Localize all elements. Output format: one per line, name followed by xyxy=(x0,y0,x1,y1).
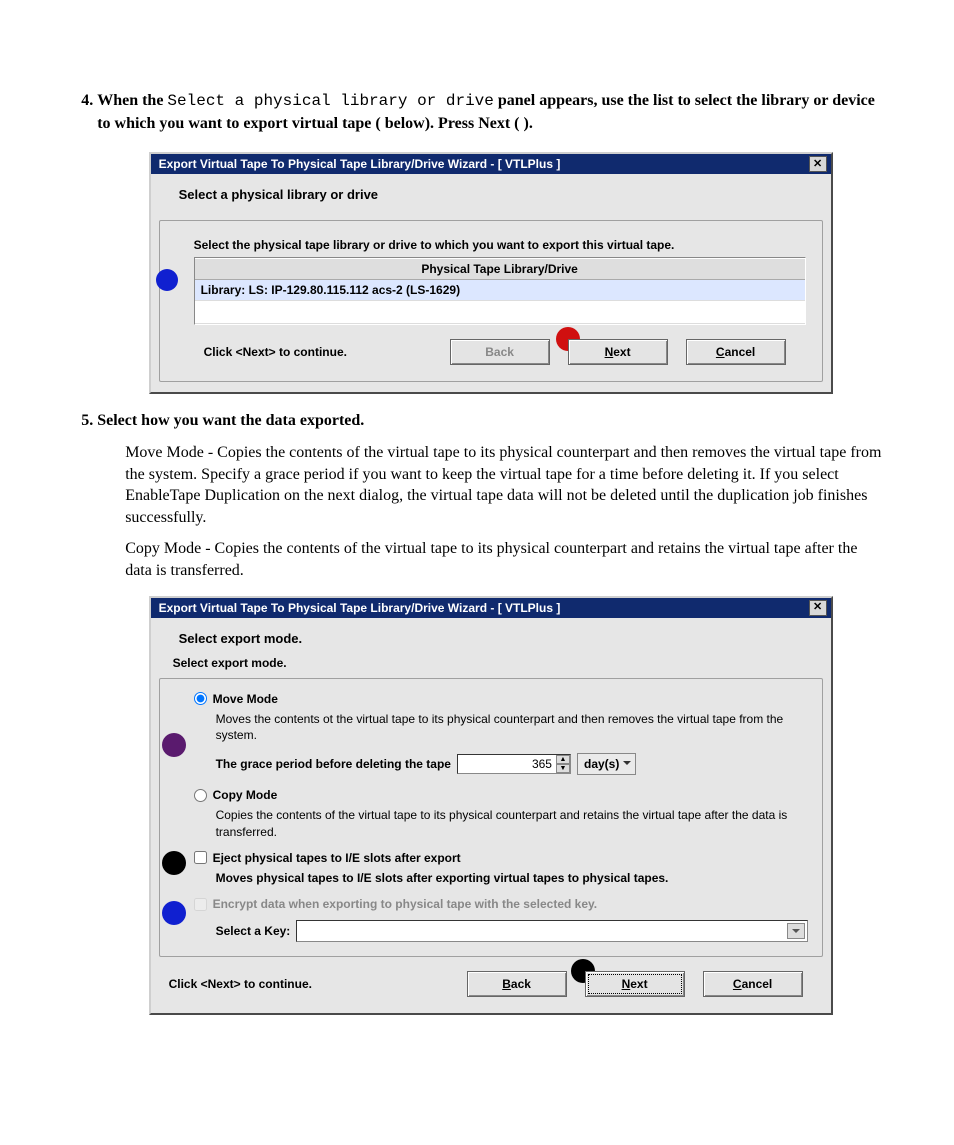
dialog1-title: Export Virtual Tape To Physical Tape Lib… xyxy=(159,156,561,172)
eject-desc: Moves physical tapes to I/E slots after … xyxy=(216,870,808,886)
select-key-label: Select a Key: xyxy=(216,923,291,939)
next-button[interactable]: Next xyxy=(585,971,685,997)
copy-mode-radio[interactable] xyxy=(194,789,207,802)
cancel-button[interactable]: Cancel xyxy=(703,971,803,997)
step5-copy-para: Copy Mode - Copies the contents of the v… xyxy=(125,538,884,581)
dialog2-footer-hint: Click <Next> to continue. xyxy=(169,976,312,992)
grace-value-input[interactable] xyxy=(457,754,571,774)
cancel-button[interactable]: Cancel xyxy=(686,339,786,365)
listbox-row-empty[interactable] xyxy=(195,301,805,324)
callout-dot-blue-2 xyxy=(162,901,186,925)
move-mode-desc: Moves the contents ot the virtual tape t… xyxy=(216,711,808,743)
back-button[interactable]: Back xyxy=(467,971,567,997)
move-mode-radio[interactable] xyxy=(194,692,207,705)
eject-checkbox[interactable] xyxy=(194,851,207,864)
dialog1-instruction: Select the physical tape library or driv… xyxy=(194,237,806,253)
spinner-down-icon[interactable]: ▼ xyxy=(556,764,570,773)
copy-mode-desc: Copies the contents of the virtual tape … xyxy=(216,807,808,839)
copy-mode-label: Copy Mode xyxy=(213,787,278,803)
copy-mode-option[interactable]: Copy Mode xyxy=(194,787,808,803)
step-4: When the Select a physical library or dr… xyxy=(97,90,884,394)
step-5: Select how you want the data exported. M… xyxy=(97,410,884,1015)
dialog2-subtitle: Select export mode. xyxy=(159,624,823,652)
step4-lead-prefix: When the xyxy=(97,92,167,109)
back-button: Back xyxy=(450,339,550,365)
grace-period-row: The grace period before deleting the tap… xyxy=(216,753,808,775)
grace-unit-select[interactable]: day(s) xyxy=(577,753,636,775)
step5-move-para: Move Mode - Copies the contents of the v… xyxy=(125,442,884,528)
eject-option[interactable]: Eject physical tapes to I/E slots after … xyxy=(194,850,808,866)
dialog2-title: Export Virtual Tape To Physical Tape Lib… xyxy=(159,600,561,616)
listbox-row-selected[interactable]: Library: LS: IP-129.80.115.112 acs-2 (LS… xyxy=(195,280,805,301)
move-mode-option[interactable]: Move Mode xyxy=(194,691,808,707)
dialog-select-library: Export Virtual Tape To Physical Tape Lib… xyxy=(149,152,833,394)
select-key-combo[interactable] xyxy=(296,920,807,942)
callout-dot-purple xyxy=(162,733,186,757)
dialog2-panel-heading: Select export mode. xyxy=(159,651,823,671)
callout-dot-blue xyxy=(156,269,178,291)
encrypt-label: Encrypt data when exporting to physical … xyxy=(213,896,598,912)
close-icon[interactable]: ✕ xyxy=(809,600,827,616)
dialog1-footer-hint: Click <Next> to continue. xyxy=(204,344,347,360)
close-icon[interactable]: ✕ xyxy=(809,156,827,172)
titlebar[interactable]: Export Virtual Tape To Physical Tape Lib… xyxy=(151,154,831,174)
grace-label: The grace period before deleting the tap… xyxy=(216,756,451,772)
select-key-row: Select a Key: xyxy=(216,920,808,942)
encrypt-checkbox xyxy=(194,898,207,911)
eject-label: Eject physical tapes to I/E slots after … xyxy=(213,850,461,866)
next-button[interactable]: Next xyxy=(568,339,668,365)
step5-heading: Select how you want the data exported. xyxy=(97,412,364,429)
grace-spinner[interactable]: ▲▼ xyxy=(556,755,570,773)
encrypt-option: Encrypt data when exporting to physical … xyxy=(194,896,808,912)
listbox-column-header: Physical Tape Library/Drive xyxy=(195,258,805,280)
titlebar-2[interactable]: Export Virtual Tape To Physical Tape Lib… xyxy=(151,598,831,618)
dialog-select-mode: Export Virtual Tape To Physical Tape Lib… xyxy=(149,596,833,1016)
mode-fieldset: Move Mode Moves the contents ot the virt… xyxy=(159,678,823,958)
spinner-up-icon[interactable]: ▲ xyxy=(556,755,570,764)
dialog1-subtitle: Select a physical library or drive xyxy=(159,180,823,216)
callout-dot-black-1 xyxy=(162,851,186,875)
library-listbox[interactable]: Physical Tape Library/Drive Library: LS:… xyxy=(194,257,806,325)
step4-code: Select a physical library or drive xyxy=(167,92,493,110)
move-mode-label: Move Mode xyxy=(213,691,278,707)
library-panel: Select the physical tape library or driv… xyxy=(159,220,823,383)
